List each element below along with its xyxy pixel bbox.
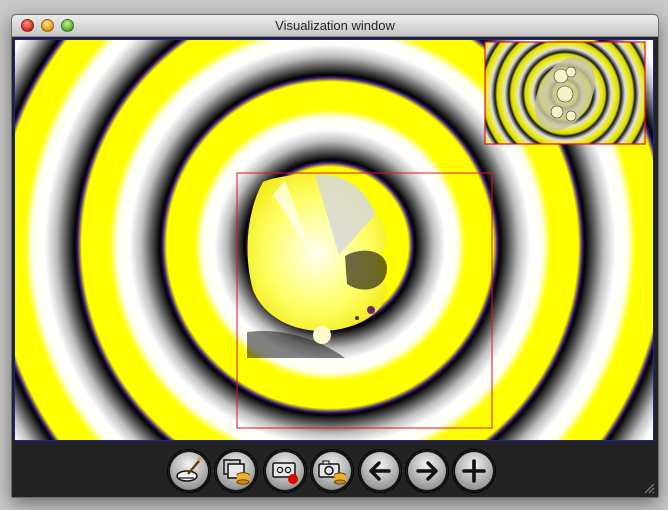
arrow-right-icon: [416, 461, 438, 481]
window-title: Visualization window: [275, 18, 395, 33]
plus-icon: [462, 459, 486, 483]
title-bar[interactable]: Visualization window: [12, 15, 658, 37]
overview-minimap[interactable]: [484, 41, 646, 145]
forward-button[interactable]: [406, 450, 448, 492]
resize-grip-icon[interactable]: [643, 482, 655, 494]
arrow-left-icon: [369, 461, 391, 481]
zoom-in-button[interactable]: [453, 450, 495, 492]
tape-record-icon: [272, 462, 298, 484]
render-button[interactable]: [168, 450, 210, 492]
toolbar: [12, 443, 658, 497]
record-button[interactable]: [264, 450, 306, 492]
layers-database-icon: [223, 459, 250, 485]
fractal-render: [15, 40, 653, 440]
camera-database-icon: [318, 460, 346, 485]
brush-icon: [176, 456, 202, 482]
snapshot-button[interactable]: [311, 450, 353, 492]
back-button[interactable]: [359, 450, 401, 492]
visualization-window: Visualization window: [11, 14, 659, 498]
save-layers-button[interactable]: [215, 450, 257, 492]
fractal-canvas[interactable]: [14, 39, 654, 441]
